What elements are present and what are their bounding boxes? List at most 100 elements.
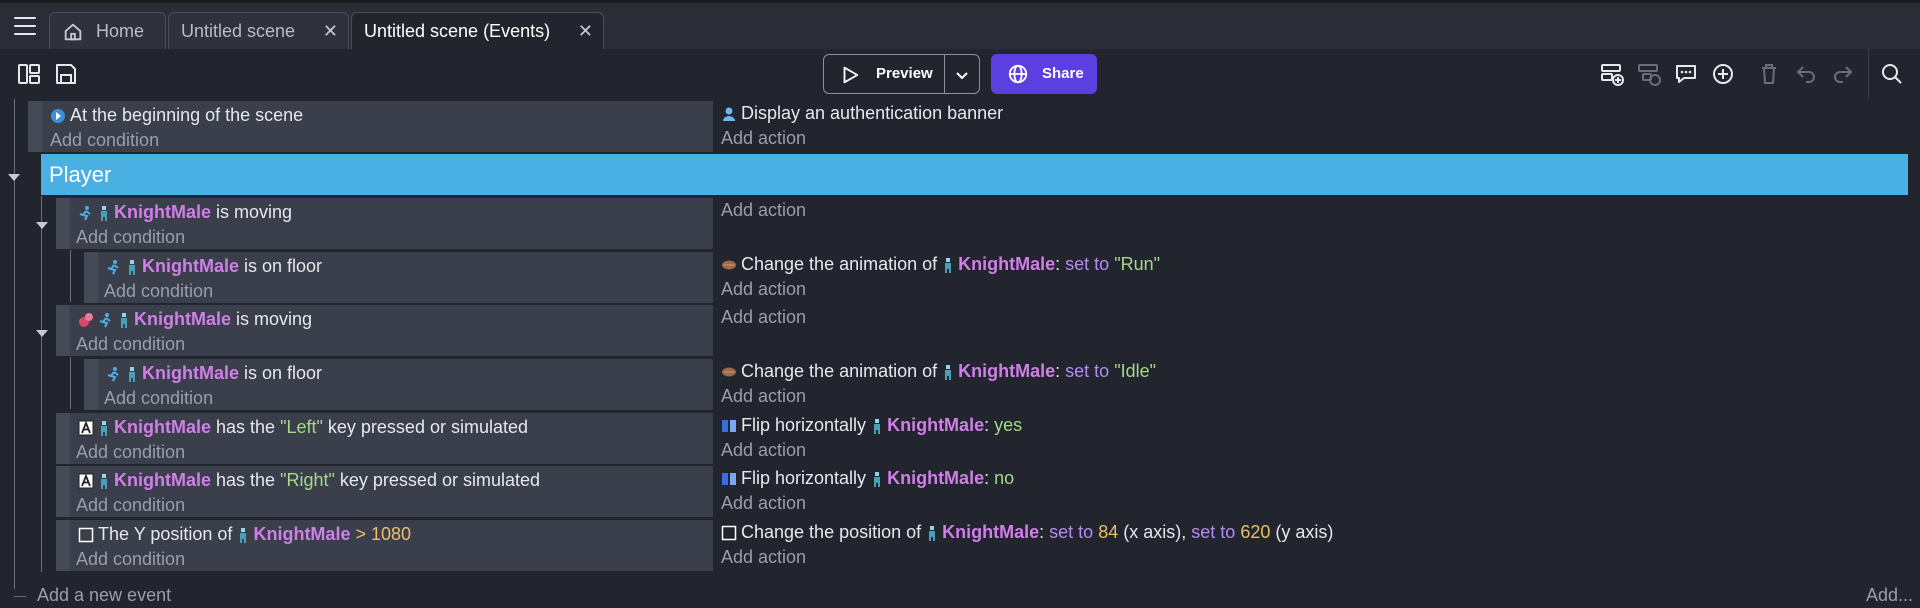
event-handle[interactable] bbox=[84, 252, 98, 303]
condition[interactable]: KnightMale is moving bbox=[78, 202, 292, 223]
add-condition[interactable]: Add condition bbox=[76, 495, 185, 516]
add-subevent-icon[interactable] bbox=[1637, 62, 1661, 91]
condition[interactable]: KnightMale has the "Left" key pressed or… bbox=[78, 417, 528, 438]
flip-icon bbox=[722, 420, 736, 432]
event-handle[interactable] bbox=[84, 359, 98, 410]
add-condition[interactable]: Add condition bbox=[104, 388, 213, 409]
add-action[interactable]: Add action bbox=[721, 386, 806, 407]
comment-icon[interactable] bbox=[1674, 62, 1698, 91]
action-text: Display an authentication banner bbox=[741, 103, 1004, 123]
position-icon bbox=[78, 527, 94, 543]
value: 1080 bbox=[371, 524, 412, 544]
globe-icon bbox=[1008, 64, 1028, 84]
redo-icon[interactable] bbox=[1831, 62, 1855, 91]
event-condition-block[interactable]: KnightMale has the "Left" key pressed or… bbox=[70, 413, 713, 464]
event-handle[interactable] bbox=[56, 520, 70, 571]
add-circle-icon[interactable] bbox=[1711, 62, 1735, 91]
event-condition-block[interactable]: KnightMale is moving Add condition bbox=[70, 198, 713, 249]
condition-text: The Y position of bbox=[98, 524, 233, 544]
value: "Idle" bbox=[1114, 361, 1157, 381]
object-name: KnightMale bbox=[958, 361, 1056, 381]
condition[interactable]: KnightMale has the "Right" key pressed o… bbox=[78, 470, 540, 491]
add-action[interactable]: Add action bbox=[721, 279, 806, 300]
add-action[interactable]: Add action bbox=[721, 200, 806, 221]
knight-sprite-icon bbox=[101, 206, 107, 221]
event-handle[interactable] bbox=[56, 198, 70, 249]
add-action[interactable]: Add action bbox=[721, 493, 806, 514]
operator: set to bbox=[1065, 254, 1110, 274]
tab-label: Untitled scene (Events) bbox=[364, 21, 551, 41]
tab-home[interactable]: Home bbox=[49, 12, 166, 50]
home-icon bbox=[64, 23, 82, 40]
platformer-icon bbox=[79, 206, 91, 221]
event-handle[interactable] bbox=[56, 466, 70, 517]
condition[interactable]: The Y position of KnightMale > 1080 bbox=[78, 524, 411, 545]
action[interactable]: Change the animation of KnightMale: set … bbox=[721, 254, 1160, 275]
collapse-event-toggle[interactable] bbox=[36, 330, 48, 337]
event-handle[interactable] bbox=[28, 101, 42, 152]
event-condition-block[interactable]: KnightMale is on floor Add condition bbox=[98, 252, 713, 303]
tab-untitled-scene-events[interactable]: Untitled scene (Events) ✕ bbox=[351, 12, 604, 50]
save-icon[interactable] bbox=[54, 62, 78, 86]
event-condition-block[interactable]: The Y position of KnightMale > 1080 Add … bbox=[70, 520, 713, 571]
key-value: "Left" bbox=[280, 417, 323, 437]
add-condition[interactable]: Add condition bbox=[50, 130, 159, 151]
add-action[interactable]: Add action bbox=[721, 547, 806, 568]
condition[interactable]: KnightMale is on floor bbox=[106, 256, 322, 277]
collapse-event-toggle[interactable] bbox=[36, 222, 48, 229]
object-name: KnightMale bbox=[253, 524, 351, 544]
event-handle[interactable] bbox=[56, 413, 70, 464]
add-condition[interactable]: Add condition bbox=[76, 227, 185, 248]
add-action[interactable]: Add action bbox=[721, 307, 806, 328]
preview-button[interactable]: Preview bbox=[823, 54, 980, 94]
keyboard-key-icon bbox=[78, 420, 94, 436]
add-condition[interactable]: Add condition bbox=[76, 549, 185, 570]
add-condition[interactable]: Add condition bbox=[104, 281, 213, 302]
animation-icon bbox=[722, 367, 736, 377]
object-name: KnightMale bbox=[134, 309, 231, 329]
panels-icon[interactable] bbox=[17, 62, 41, 86]
knight-sprite-icon bbox=[929, 526, 936, 541]
knight-sprite-icon bbox=[129, 260, 135, 275]
event-condition-block[interactable]: KnightMale is on floor Add condition bbox=[98, 359, 713, 410]
menu-icon[interactable] bbox=[14, 17, 36, 35]
object-name: KnightMale bbox=[887, 415, 985, 435]
undo-icon[interactable] bbox=[1794, 62, 1818, 91]
add-condition[interactable]: Add condition bbox=[76, 334, 185, 355]
share-button[interactable]: Share bbox=[991, 54, 1097, 94]
share-label: Share bbox=[1042, 65, 1084, 82]
tab-label: Home bbox=[96, 21, 145, 41]
add-action[interactable]: Add action bbox=[721, 440, 806, 461]
add-more-link[interactable]: Add... bbox=[1866, 585, 1913, 606]
operator: set to bbox=[1065, 361, 1110, 381]
search-icon[interactable] bbox=[1880, 62, 1904, 91]
add-event-icon[interactable] bbox=[1600, 62, 1624, 91]
object-name: KnightMale bbox=[958, 254, 1056, 274]
event-handle[interactable] bbox=[56, 305, 70, 356]
close-icon[interactable]: ✕ bbox=[323, 21, 338, 42]
close-icon[interactable]: ✕ bbox=[578, 21, 593, 42]
add-action[interactable]: Add action bbox=[721, 128, 806, 149]
platformer-icon bbox=[107, 367, 119, 382]
chevron-down-icon[interactable] bbox=[954, 67, 970, 83]
action[interactable]: Flip horizontally KnightMale: no bbox=[721, 468, 1014, 489]
add-condition[interactable]: Add condition bbox=[76, 442, 185, 463]
event-condition-block[interactable]: At the beginning of the scene Add condit… bbox=[42, 101, 713, 152]
axis-text: (y axis) bbox=[1275, 522, 1334, 542]
trash-icon[interactable] bbox=[1757, 62, 1781, 91]
condition[interactable]: KnightMale is on floor bbox=[106, 363, 322, 384]
condition-text: has the bbox=[216, 417, 276, 437]
collapse-group-toggle[interactable] bbox=[8, 174, 20, 181]
event-condition-block[interactable]: KnightMale has the "Right" key pressed o… bbox=[70, 466, 713, 517]
action[interactable]: Display an authentication banner bbox=[721, 103, 1003, 124]
condition[interactable]: KnightMale is moving bbox=[78, 309, 312, 330]
action[interactable]: Change the animation of KnightMale: set … bbox=[721, 361, 1156, 382]
action[interactable]: Flip horizontally KnightMale: yes bbox=[721, 415, 1022, 436]
group-player[interactable]: Player bbox=[41, 154, 1908, 195]
event-condition-block[interactable]: KnightMale is moving Add condition bbox=[70, 305, 713, 356]
tab-untitled-scene[interactable]: Untitled scene ✕ bbox=[168, 12, 349, 50]
action[interactable]: Change the position of KnightMale: set t… bbox=[721, 522, 1333, 543]
group-title: Player bbox=[49, 162, 112, 187]
condition[interactable]: At the beginning of the scene bbox=[50, 105, 303, 126]
add-new-event-link[interactable]: Add a new event bbox=[37, 585, 171, 606]
